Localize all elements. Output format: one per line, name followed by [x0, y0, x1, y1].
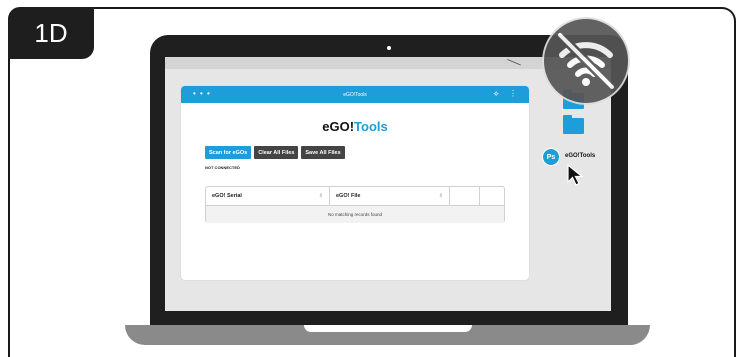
folder-icon[interactable]: [563, 115, 584, 134]
scan-button[interactable]: Scan for eGOs: [205, 146, 252, 159]
laptop-camera: [387, 46, 391, 50]
wifi-off-icon: [542, 17, 630, 105]
egotools-window: • • • eGO!Tools ⟡ ⋮ eGO!Tools Scan for e…: [181, 86, 529, 280]
window-titlebar: • • • eGO!Tools ⟡ ⋮: [181, 86, 529, 103]
column-header-extra: [450, 187, 480, 205]
egotools-app-icon[interactable]: Ps: [542, 148, 560, 166]
sort-icon[interactable]: ⇕: [319, 193, 323, 199]
puzzle-icon[interactable]: ⟡: [493, 89, 498, 98]
dots-menu-icon[interactable]: • • •: [193, 89, 211, 98]
wifi-off-menubar-icon[interactable]: ╲: [508, 57, 521, 70]
app-heading-accent: Tools: [354, 119, 388, 134]
table-header: eGO! Serial ⇕ eGO! File ⇕: [206, 187, 504, 206]
kebab-menu-icon[interactable]: ⋮: [509, 89, 517, 98]
cursor-arrow-icon: [567, 163, 584, 186]
sort-icon[interactable]: ⇕: [439, 193, 443, 199]
table-empty-row: No matching records found: [206, 206, 504, 223]
column-header-serial[interactable]: eGO! Serial ⇕: [206, 187, 330, 205]
files-table: eGO! Serial ⇕ eGO! File ⇕ No matching re…: [205, 186, 505, 223]
column-header-file[interactable]: eGO! File ⇕: [330, 187, 450, 205]
egotools-app-label[interactable]: eGO!Tools: [565, 153, 595, 159]
column-label: eGO! Serial: [212, 193, 242, 199]
window-title: eGO!Tools: [343, 91, 367, 98]
column-label: eGO! File: [336, 193, 361, 199]
laptop-base-notch: [304, 325, 472, 332]
step-badge: 1D: [8, 7, 94, 59]
connection-status: NOT CONNECTED: [205, 165, 240, 170]
clear-all-button[interactable]: Clear All Files: [254, 146, 299, 159]
action-buttons: Scan for eGOs Clear All Files Save All F…: [205, 146, 345, 159]
empty-message: No matching records found: [327, 212, 383, 217]
save-all-button[interactable]: Save All Files: [301, 146, 345, 159]
app-heading: eGO!Tools: [181, 119, 529, 134]
app-heading-prefix: eGO!: [322, 119, 355, 134]
